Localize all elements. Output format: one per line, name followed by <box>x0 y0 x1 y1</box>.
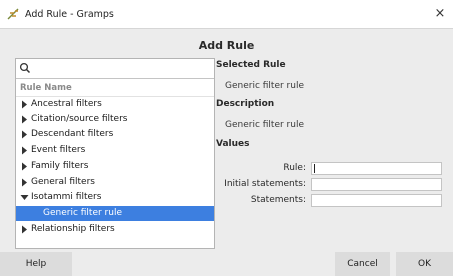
close-button[interactable]: × <box>427 0 453 28</box>
tree-item-label: Descendant filters <box>31 129 114 139</box>
selected-rule-heading: Selected Rule <box>216 60 286 70</box>
values-heading: Values <box>216 139 250 149</box>
gramps-tree-icon <box>7 8 19 20</box>
tree-item-label: Generic filter rule <box>43 208 123 218</box>
tree-item-generic-filter-rule[interactable]: Generic filter rule <box>16 206 214 221</box>
rule-list-panel: Rule Name Ancestral filters Citation/sou… <box>15 58 215 249</box>
expand-arrow-icon[interactable] <box>20 225 29 234</box>
tree-item-citation-source-filters[interactable]: Citation/source filters <box>16 112 214 127</box>
expand-arrow-icon[interactable] <box>20 130 29 139</box>
dialog-heading: Add Rule <box>198 39 255 52</box>
description-value: Generic filter rule <box>225 120 305 130</box>
tree-item-label: General filters <box>31 177 95 187</box>
statements-label: Statements: <box>250 195 306 205</box>
description-heading: Description <box>216 99 275 109</box>
rule-details-panel: Selected Rule Generic filter rule Descri… <box>216 58 446 208</box>
rule-name-column-label: Rule Name <box>20 83 72 93</box>
search-input[interactable] <box>16 59 214 79</box>
search-icon <box>19 62 31 74</box>
tree-item-label: Ancestral filters <box>31 99 102 109</box>
expand-arrow-icon[interactable] <box>20 162 29 171</box>
ok-button[interactable]: OK <box>396 252 453 276</box>
expand-arrow-icon[interactable] <box>20 178 29 187</box>
rule-field-label: Rule: <box>283 163 306 173</box>
tree-item-label: Family filters <box>31 161 89 171</box>
window-title: Add Rule - Gramps <box>25 9 114 20</box>
initial-statements-label: Initial statements: <box>224 179 306 189</box>
rule-field-input[interactable] <box>311 162 442 175</box>
statements-input[interactable] <box>311 194 442 207</box>
tree-item-isotammi-filters[interactable]: Isotammi filters <box>16 190 214 205</box>
expand-arrow-icon[interactable] <box>20 100 29 109</box>
tree-item-relationship-filters[interactable]: Relationship filters <box>16 222 214 237</box>
rule-name-column-header[interactable]: Rule Name <box>16 79 214 97</box>
expand-arrow-icon[interactable] <box>20 146 29 155</box>
tree-item-label: Isotammi filters <box>31 192 102 202</box>
tree-item-label: Relationship filters <box>31 224 115 234</box>
cancel-button[interactable]: Cancel <box>335 252 390 276</box>
window-titlebar: Add Rule - Gramps × <box>0 0 453 29</box>
tree-item-general-filters[interactable]: General filters <box>16 175 214 190</box>
text-caret <box>314 164 315 173</box>
tree-item-descendant-filters[interactable]: Descendant filters <box>16 127 214 142</box>
tree-item-ancestral-filters[interactable]: Ancestral filters <box>16 97 214 112</box>
selected-rule-value: Generic filter rule <box>225 81 305 91</box>
expand-arrow-icon[interactable] <box>20 115 29 124</box>
help-button[interactable]: Help <box>0 252 72 276</box>
tree-item-label: Event filters <box>31 145 86 155</box>
collapse-arrow-icon[interactable] <box>20 193 29 202</box>
tree-item-label: Citation/source filters <box>31 114 128 124</box>
dialog-button-bar: Help Cancel OK <box>0 252 453 276</box>
tree-item-family-filters[interactable]: Family filters <box>16 159 214 174</box>
tree-item-event-filters[interactable]: Event filters <box>16 143 214 158</box>
initial-statements-input[interactable] <box>311 178 442 191</box>
